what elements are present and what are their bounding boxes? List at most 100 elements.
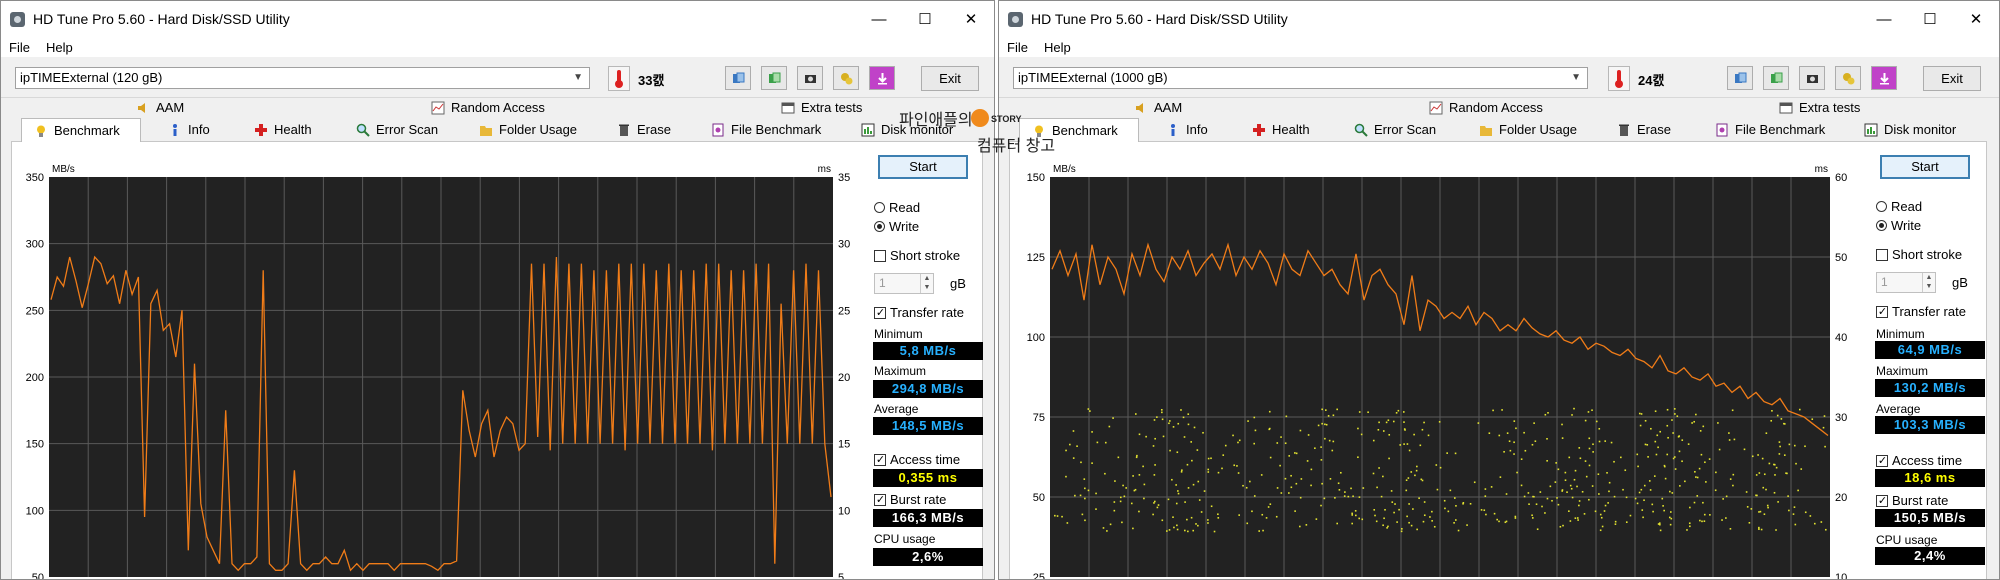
short-stroke-input[interactable]: 1 ▲ ▼: [874, 273, 934, 294]
minimize-button[interactable]: —: [1861, 1, 1907, 37]
screenshot-button[interactable]: [1799, 66, 1825, 90]
start-button[interactable]: Start: [1880, 155, 1970, 179]
tab-aam[interactable]: AAM: [1134, 97, 1182, 118]
info-icon: [1171, 123, 1175, 136]
access-time-point: [1733, 438, 1736, 441]
exit-button[interactable]: Exit: [921, 66, 979, 91]
short-stroke-input[interactable]: 1 ▲ ▼: [1876, 272, 1936, 293]
access-time-point: [1666, 453, 1669, 456]
exit-button[interactable]: Exit: [1923, 66, 1981, 91]
tab-random-access[interactable]: Random Access: [1429, 97, 1543, 118]
tab-folder-usage[interactable]: Folder Usage: [1479, 119, 1577, 140]
tab-folder-usage[interactable]: Folder Usage: [479, 119, 577, 140]
short-stroke-checkbox[interactable]: Short stroke: [1876, 247, 1962, 262]
app-icon: [1008, 11, 1023, 27]
save-button[interactable]: [1871, 66, 1897, 90]
access-time-point: [1484, 488, 1487, 490]
access-time-point: [1414, 474, 1416, 477]
tab-file-benchmark[interactable]: File Benchmark: [1715, 119, 1825, 140]
tab-info[interactable]: Info: [1166, 119, 1208, 140]
access-time-point: [1310, 484, 1312, 487]
maximize-button[interactable]: ☐: [1907, 1, 1953, 37]
tab-aam[interactable]: AAM: [136, 97, 184, 118]
transfer-rate-checkbox[interactable]: Transfer rate: [874, 305, 964, 320]
access-time-checkbox[interactable]: Access time: [1876, 453, 1962, 468]
magnifier-icon: [1354, 123, 1368, 137]
access-time-point: [1788, 443, 1791, 446]
tab-random-access[interactable]: Random Access: [431, 97, 545, 118]
start-button[interactable]: Start: [878, 155, 968, 179]
chart-icon: [431, 101, 445, 114]
transfer-rate-checkbox[interactable]: Transfer rate: [1876, 304, 1966, 319]
menu-help[interactable]: Help: [1044, 40, 1071, 55]
minimize-button[interactable]: —: [856, 1, 902, 37]
burst-rate-checkbox[interactable]: Burst rate: [874, 492, 946, 507]
tab-erase[interactable]: Erase: [617, 119, 671, 140]
access-time-point: [1569, 520, 1572, 522]
access-time-point: [1681, 460, 1683, 463]
access-time-checkbox[interactable]: Access time: [874, 452, 960, 467]
options-button[interactable]: [1835, 66, 1861, 90]
access-time-point: [1352, 495, 1354, 498]
write-radio[interactable]: Write: [874, 219, 919, 234]
speaker-icon: [138, 102, 145, 113]
access-time-point: [1505, 493, 1508, 495]
menu-help[interactable]: Help: [46, 40, 73, 55]
access-time-point: [1762, 486, 1765, 489]
access-time-point: [1666, 408, 1669, 411]
folder-icon: [480, 125, 492, 136]
drive-select[interactable]: ipTIMEExternal (120 gB) ▼: [15, 67, 590, 89]
close-button[interactable]: ✕: [948, 1, 994, 37]
access-time-point: [1104, 441, 1107, 444]
read-radio[interactable]: Read: [1876, 199, 1922, 214]
menu-file[interactable]: File: [1007, 40, 1028, 55]
tab-extra-tests[interactable]: Extra tests: [781, 97, 862, 118]
access-time-point: [1598, 493, 1600, 495]
access-time-point: [1138, 510, 1140, 513]
window-title: HD Tune Pro 5.60 - Hard Disk/SSD Utility: [33, 11, 290, 27]
access-time-point: [1429, 516, 1431, 518]
screenshot-button[interactable]: [797, 66, 823, 90]
short-stroke-checkbox[interactable]: Short stroke: [874, 248, 960, 263]
tab-info[interactable]: Info: [168, 119, 210, 140]
tab-error-scan[interactable]: Error Scan: [356, 119, 438, 140]
access-time-point: [1755, 474, 1758, 476]
menu-file[interactable]: File: [9, 40, 30, 55]
right-window: HD Tune Pro 5.60 - Hard Disk/SSD Utility…: [998, 0, 2000, 580]
access-time-point: [1622, 488, 1624, 491]
tab-error-scan[interactable]: Error Scan: [1354, 119, 1436, 140]
access-time-point: [1824, 445, 1826, 448]
close-button[interactable]: ✕: [1953, 1, 1999, 37]
tab-erase[interactable]: Erase: [1617, 119, 1671, 140]
copy-all-button[interactable]: [761, 66, 787, 90]
tab-benchmark[interactable]: Benchmark: [21, 118, 141, 142]
burst-rate-checkbox[interactable]: Burst rate: [1876, 493, 1948, 508]
tab-health[interactable]: Health: [1252, 119, 1310, 140]
options-button[interactable]: [833, 66, 859, 90]
copy-text-button[interactable]: [725, 66, 751, 90]
copy-text-button[interactable]: [1727, 66, 1753, 90]
monitor-icon: [861, 123, 875, 136]
access-time-point: [1620, 456, 1622, 459]
access-time-point: [1299, 496, 1302, 499]
access-time-point: [1758, 472, 1761, 474]
access-time-point: [1387, 419, 1390, 422]
access-time-point: [1783, 422, 1785, 425]
tab-health[interactable]: Health: [254, 119, 312, 140]
access-time-point: [1083, 478, 1086, 480]
cpu-usage-label: CPU usage: [1876, 533, 1938, 547]
tab-file-benchmark[interactable]: File Benchmark: [711, 119, 821, 140]
read-radio[interactable]: Read: [874, 200, 920, 215]
write-radio[interactable]: Write: [1876, 218, 1921, 233]
drive-select[interactable]: ipTIMEExternal (1000 gB) ▼: [1013, 67, 1588, 89]
access-time-point: [1175, 484, 1177, 486]
access-time-point: [1761, 457, 1764, 460]
tab-extra-tests[interactable]: Extra tests: [1779, 97, 1860, 118]
save-button[interactable]: [869, 66, 895, 90]
tab-disk-monitor[interactable]: Disk monitor: [1864, 119, 1956, 140]
copy-all-button[interactable]: [1763, 66, 1789, 90]
access-time-point: [1190, 516, 1193, 519]
maximize-button[interactable]: ☐: [902, 1, 948, 37]
access-time-point: [1195, 523, 1197, 525]
access-time-point: [1691, 422, 1693, 424]
